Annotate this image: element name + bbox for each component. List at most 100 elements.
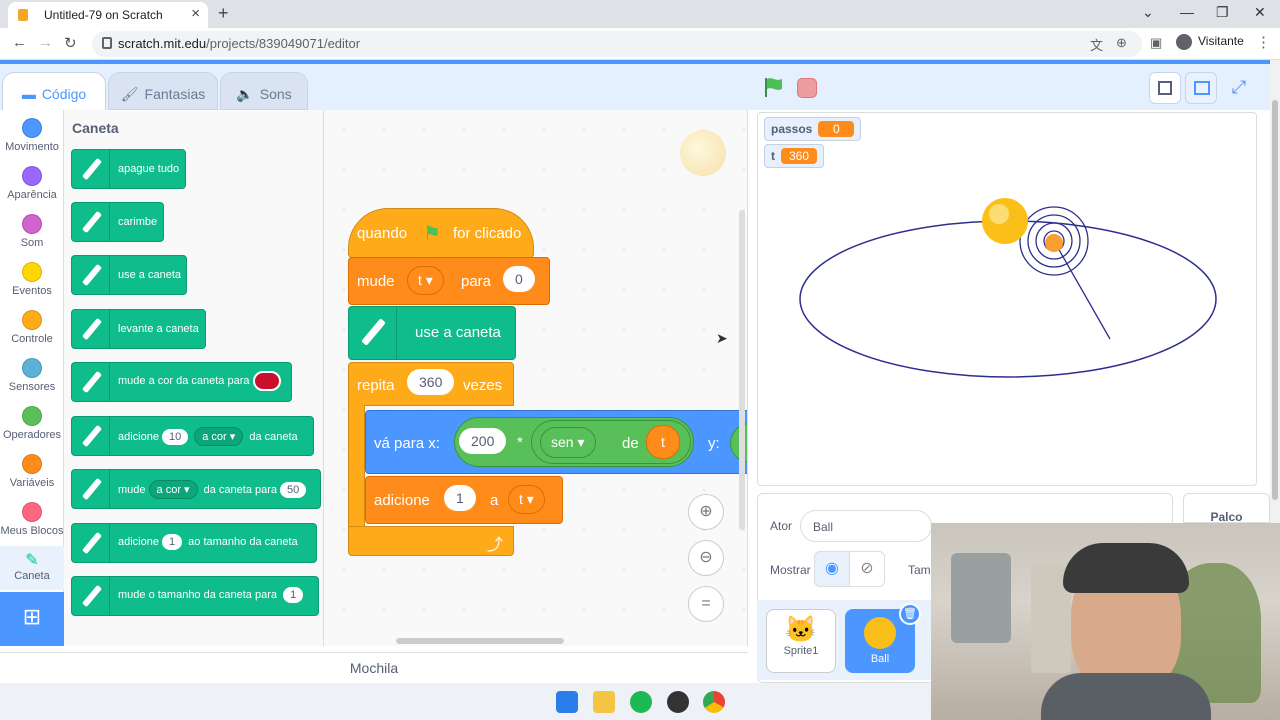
number-input[interactable]: 1	[161, 534, 183, 550]
app-icon[interactable]	[667, 691, 689, 713]
browser-tab[interactable]: Untitled-79 on Scratch ×	[8, 2, 208, 28]
minimize-icon[interactable]: —	[1180, 4, 1194, 20]
file-explorer-icon[interactable]	[593, 691, 615, 713]
category-sound[interactable]: Som	[0, 214, 64, 249]
profile-button[interactable]: Visitante	[1176, 34, 1244, 50]
vertical-scrollbar[interactable]	[739, 210, 745, 530]
block-change-pen-size[interactable]: adicione 1 ao tamanho da caneta	[71, 523, 317, 563]
goto-xy-block[interactable]: vá para x: 200 * sen ▾ de t y:	[365, 410, 747, 474]
category-events[interactable]: Eventos	[0, 262, 64, 297]
tab-code[interactable]: ▬ Código	[2, 72, 106, 110]
category-sensing[interactable]: Sensores	[0, 358, 64, 393]
chrome-icon[interactable]	[703, 691, 725, 713]
sprite-tile-sprite1[interactable]: 🐱 Sprite1	[766, 609, 836, 673]
zoom-in-button[interactable]: ⊕	[688, 494, 724, 530]
reload-icon[interactable]: ↻	[64, 34, 77, 52]
translate-icon[interactable]: ⽂	[1090, 35, 1103, 54]
when-flag-clicked-block[interactable]: quando ⚑ for clicado	[348, 208, 534, 258]
tab-sounds[interactable]: 🔈 Sons	[220, 72, 308, 110]
show-sprite-button[interactable]: ◉	[814, 551, 850, 587]
forward-icon[interactable]: →	[38, 34, 53, 51]
block-label: quando	[357, 225, 408, 242]
category-looks[interactable]: Aparência	[0, 166, 64, 201]
close-window-icon[interactable]: ✕	[1254, 4, 1266, 21]
fullscreen-button[interactable]: ⤢	[1223, 72, 1255, 104]
tab-costumes[interactable]: 🖌 Fantasias	[108, 72, 218, 110]
sidebar-icon[interactable]: ▣	[1150, 35, 1162, 51]
stage-selector[interactable]: Palco	[1183, 493, 1270, 524]
windows-start-icon[interactable]	[556, 691, 578, 713]
spotify-icon[interactable]	[630, 691, 652, 713]
page-scrollbar-thumb[interactable]	[1272, 100, 1278, 500]
block-erase-all[interactable]: apague tudo	[71, 149, 186, 189]
stage[interactable]: passos 0 t 360	[757, 112, 1257, 486]
category-pen[interactable]: ✎ Caneta	[0, 546, 64, 590]
tab-title: Untitled-79 on Scratch	[44, 8, 163, 22]
new-tab-icon[interactable]: +	[218, 3, 229, 24]
page-scrollbar[interactable]	[1270, 60, 1280, 523]
zoom-out-button[interactable]: ⊖	[688, 540, 724, 576]
variable-dropdown[interactable]: t ▾	[407, 266, 444, 295]
variable-reporter[interactable]: t	[646, 425, 680, 459]
value-input[interactable]: 0	[503, 266, 535, 292]
set-variable-block[interactable]: mude t ▾ para 0	[348, 257, 550, 305]
block-change-pen-param[interactable]: adicione 10 a cor ▾ da caneta	[71, 416, 314, 456]
param-dropdown[interactable]: a cor ▾	[148, 480, 198, 499]
backpack[interactable]: Mochila	[0, 652, 748, 680]
zoom-icon[interactable]: ⊕	[1116, 35, 1127, 51]
color-swatch[interactable]	[253, 371, 282, 391]
function-dropdown[interactable]: sen ▾	[540, 427, 596, 458]
url-domain: scratch.mit.edu	[118, 36, 207, 51]
maximize-icon[interactable]: ❐	[1216, 4, 1229, 21]
block-label: da caneta	[249, 431, 298, 443]
green-flag-button[interactable]	[763, 76, 785, 98]
category-variables-dot	[22, 454, 42, 474]
math-function-operator[interactable]: sen ▾ de t	[531, 420, 691, 464]
param-dropdown[interactable]: a cor ▾	[194, 427, 244, 446]
sprite-tile-ball[interactable]: Ball 🗑	[845, 603, 921, 673]
horizontal-scrollbar[interactable]	[396, 638, 564, 644]
lock-icon	[102, 37, 112, 49]
menu-icon[interactable]: ⋮	[1256, 33, 1271, 51]
hide-sprite-button[interactable]: ⊘	[849, 551, 885, 587]
category-control[interactable]: Controle	[0, 310, 64, 345]
zoom-reset-button[interactable]: =	[688, 586, 724, 622]
add-extension-button[interactable]: ⊞	[0, 592, 64, 646]
stop-button[interactable]	[797, 78, 817, 98]
multiply-operator[interactable]: 200 * sen ▾ de t	[454, 417, 694, 467]
block-pen-up[interactable]: levante a caneta	[71, 309, 206, 349]
normal-stage-button[interactable]	[1185, 72, 1217, 104]
sprite-name-input[interactable]: Ball	[800, 510, 932, 542]
block-label: de	[622, 435, 639, 452]
pen-down-block[interactable]: use a caneta	[348, 306, 516, 360]
eye-slash-icon: ⊘	[860, 560, 874, 577]
category-my-blocks[interactable]: Meus Blocos	[0, 502, 64, 537]
number-input[interactable]: 200	[459, 428, 507, 454]
block-set-pen-color[interactable]: mude a cor da caneta para	[71, 362, 292, 402]
change-variable-block[interactable]: adicione 1 a t ▾	[365, 476, 563, 524]
block-label: use a caneta	[415, 324, 501, 341]
script-area[interactable]: quando ⚑ for clicado mude t ▾ para 0 use…	[324, 110, 748, 646]
delete-sprite-icon[interactable]: 🗑	[899, 603, 921, 625]
number-input[interactable]: 10	[161, 429, 189, 445]
category-motion[interactable]: Movimento	[0, 118, 64, 153]
block-set-pen-param[interactable]: mude a cor ▾ da caneta para 50	[71, 469, 321, 509]
block-stamp[interactable]: carimbe	[71, 202, 164, 242]
block-label: for clicado	[453, 225, 522, 242]
block-pen-down[interactable]: use a caneta	[71, 255, 187, 295]
small-stage-button[interactable]	[1149, 72, 1181, 104]
category-variables[interactable]: Variáveis	[0, 454, 64, 489]
close-tab-icon[interactable]: ×	[191, 5, 200, 22]
number-input[interactable]: 50	[280, 482, 307, 498]
url-field[interactable]: scratch.mit.edu/projects/839049071/edito…	[92, 31, 1142, 57]
value-input[interactable]: 1	[444, 485, 476, 511]
category-operators[interactable]: Operadores	[0, 406, 64, 441]
chevron-down-icon[interactable]: ⌄	[1142, 4, 1154, 21]
block-label: use a caneta	[118, 269, 181, 281]
repeat-block[interactable]: repita 360 vezes	[348, 362, 514, 406]
block-set-pen-size[interactable]: mude o tamanho da caneta para 1	[71, 576, 319, 616]
variable-dropdown[interactable]: t ▾	[508, 485, 545, 514]
number-input[interactable]: 1	[283, 587, 304, 603]
repeat-count-input[interactable]: 360	[407, 369, 455, 395]
back-icon[interactable]: ←	[12, 34, 27, 51]
